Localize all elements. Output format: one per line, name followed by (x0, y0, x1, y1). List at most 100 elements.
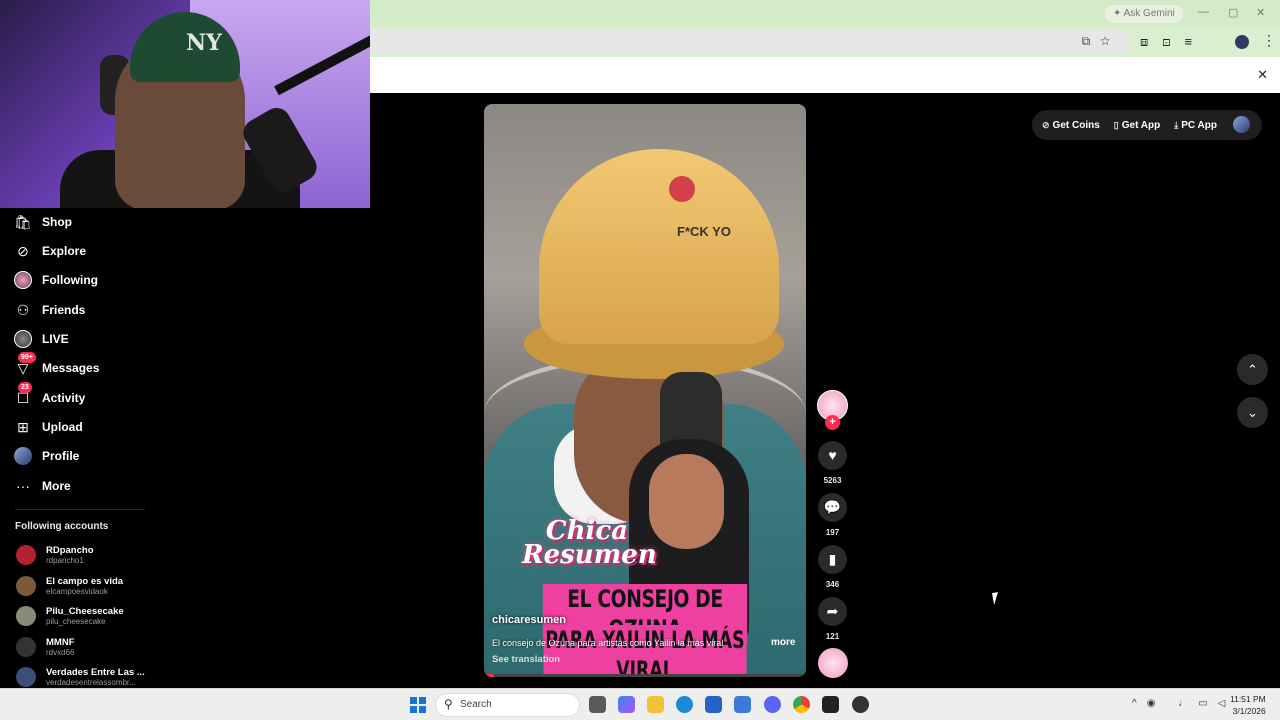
minimize-button[interactable]: — (1198, 6, 1209, 18)
following-account[interactable]: MMNF rdvxd66 (16, 637, 75, 657)
sidebar-item-label: More (42, 479, 71, 493)
user-avatar[interactable] (1233, 116, 1250, 133)
ask-gemini-button[interactable]: ✦ Ask Gemini (1105, 5, 1183, 23)
chrome-icon[interactable] (793, 696, 810, 713)
account-avatar (16, 576, 36, 596)
sidebar-item-activity[interactable]: ☐ 23 Activity (14, 382, 86, 410)
get-app-label: Get App (1121, 119, 1161, 131)
pc-app-button[interactable]: ⤓ PC App (1174, 120, 1217, 131)
search-icon: ⚲ (444, 697, 453, 711)
following-account[interactable]: Verdades Entre Las ... verdadesentrelasso… (16, 667, 145, 687)
mouse-cursor-icon (992, 591, 1006, 605)
upload-icon: ⊞ (17, 418, 29, 435)
video-progress-bar[interactable] (484, 674, 806, 677)
following-account[interactable]: RDpancho rdpancho1 (16, 545, 94, 565)
sidebar-item-label: Shop (42, 215, 72, 229)
copilot-icon[interactable] (618, 696, 635, 713)
phone-icon: ▯ (1113, 119, 1119, 130)
sidebar-nav: 🛍 Shop ⊘ Explore Following ⚇ Friends LIV… (0, 208, 150, 688)
get-coins-button[interactable]: ⊘ Get Coins (1042, 120, 1100, 131)
maximize-button[interactable]: ▢ (1228, 6, 1238, 19)
account-handle: elcampoesvidaok (46, 587, 108, 596)
activity-badge: 23 (18, 382, 32, 393)
windows-start-button[interactable] (410, 697, 426, 713)
extensions-icons[interactable]: ⧈⊡≡ (1140, 34, 1206, 50)
video-caption: El consejo de Ozuna para artistas como Y… (492, 638, 724, 648)
sidebar-item-shop[interactable]: 🛍 Shop (14, 210, 72, 234)
account-avatar (16, 545, 36, 565)
taskbar-clock[interactable]: 11:51 PM 3/1/2026 (1230, 693, 1266, 717)
comment-button[interactable]: 💬 (818, 493, 847, 522)
sidebar-item-label: Activity (42, 391, 86, 405)
profile-avatar-icon (14, 447, 32, 465)
file-explorer-icon[interactable] (647, 696, 664, 713)
share-icon: ➦ (826, 603, 839, 619)
video-brand-logo: Chica Resumen (522, 516, 657, 570)
compass-icon: ⊘ (17, 242, 29, 259)
video-hat (539, 149, 779, 344)
sidebar-item-upload[interactable]: ⊞ Upload (14, 415, 83, 439)
discord-icon[interactable] (764, 696, 781, 713)
sidebar-item-explore[interactable]: ⊘ Explore (14, 239, 86, 263)
next-video-button[interactable]: ⌄ (1237, 397, 1268, 428)
get-app-button[interactable]: ▯ Get App (1114, 120, 1160, 131)
infobar-close-button[interactable]: ✕ (1257, 67, 1268, 83)
account-handle: pilu_cheesecake (46, 617, 106, 626)
account-avatar (16, 637, 36, 657)
sidebar-item-label: Explore (42, 244, 87, 258)
video-headline-line2: PARA YAILIN LA MÁS VIRAL (543, 625, 747, 677)
avatar-following-icon (14, 271, 32, 289)
following-account[interactable]: El campo es vida elcampoesvidaok (16, 576, 123, 596)
like-button[interactable]: ♥ (818, 441, 847, 470)
video-author[interactable]: chicaresumen (492, 614, 566, 626)
sidebar-item-label: Following (42, 273, 98, 287)
clock-date: 3/1/2026 (1232, 706, 1266, 716)
edge-icon[interactable] (676, 696, 693, 713)
sidebar-item-more[interactable]: ··· More (14, 474, 71, 498)
sidebar-item-profile[interactable]: Profile (14, 444, 79, 468)
browser-toolbar: ⧉☆ ⧈⊡≡ ⋮ (370, 27, 1280, 57)
following-account[interactable]: Pilu_Cheesecake pilu_cheesecake (16, 606, 124, 626)
account-name: MMNF (46, 637, 75, 648)
video-player[interactable]: F*CK YO Chica Resumen EL CONSEJO DE OZUN… (484, 104, 806, 677)
follow-plus-button[interactable]: + (825, 415, 840, 430)
bookmark-icon: ▮ (828, 551, 837, 567)
video-progress-fill (484, 674, 494, 677)
sidebar-item-following[interactable]: Following (14, 268, 98, 292)
see-translation-link[interactable]: See translation (492, 654, 560, 665)
sidebar-item-friends[interactable]: ⚇ Friends (14, 298, 86, 322)
shop-bag-icon: 🛍 (14, 213, 32, 230)
like-count: 5263 (823, 476, 842, 485)
store-icon[interactable] (705, 696, 722, 713)
account-handle: rdpancho1 (46, 556, 84, 565)
save-button[interactable]: ▮ (818, 545, 847, 574)
previous-video-button[interactable]: ⌃ (1237, 354, 1268, 385)
caption-more-button[interactable]: more (771, 637, 795, 648)
omnibox-icons: ⧉☆ (1081, 34, 1120, 48)
share-button[interactable]: ➦ (818, 597, 847, 626)
account-name: El campo es vida (46, 576, 124, 587)
sidebar-item-live[interactable]: LIVE (14, 327, 69, 351)
address-bar[interactable]: ⧉☆ (370, 30, 1130, 54)
share-count: 121 (825, 632, 840, 641)
mail-icon[interactable] (734, 696, 751, 713)
browser-profile-avatar[interactable] (1235, 35, 1249, 49)
windows-taskbar: ⚲ Search ^◉ ♩▭◁ 11:51 PM 3/1/2026 (0, 688, 1280, 720)
terminal-icon[interactable] (822, 696, 839, 713)
sidebar-item-label: LIVE (42, 332, 69, 346)
obs-icon[interactable] (852, 696, 869, 713)
sidebar-divider (15, 509, 145, 510)
comment-icon: 💬 (823, 499, 842, 515)
pc-app-label: PC App (1181, 119, 1217, 131)
music-disc-avatar[interactable] (818, 648, 848, 678)
get-coins-label: Get Coins (1052, 119, 1100, 131)
task-view-icon[interactable] (589, 696, 606, 713)
browser-menu-icon[interactable]: ⋮ (1262, 32, 1276, 49)
window-close-button[interactable]: ✕ (1256, 6, 1265, 19)
activity-icon: ☐ 23 (14, 382, 32, 407)
sidebar-item-messages[interactable]: ▽ 99+ Messages (14, 352, 99, 380)
webcam-cap-logo: NY (186, 30, 222, 56)
system-tray[interactable]: ^◉ ♩▭◁ (1132, 698, 1235, 709)
screen: NY ✦ Ask Gemini — ▢ ✕ ⧉☆ ⧈⊡≡ ⋮ ✕ 🛍 Shop … (0, 0, 1280, 720)
taskbar-search[interactable]: ⚲ Search (435, 693, 580, 717)
